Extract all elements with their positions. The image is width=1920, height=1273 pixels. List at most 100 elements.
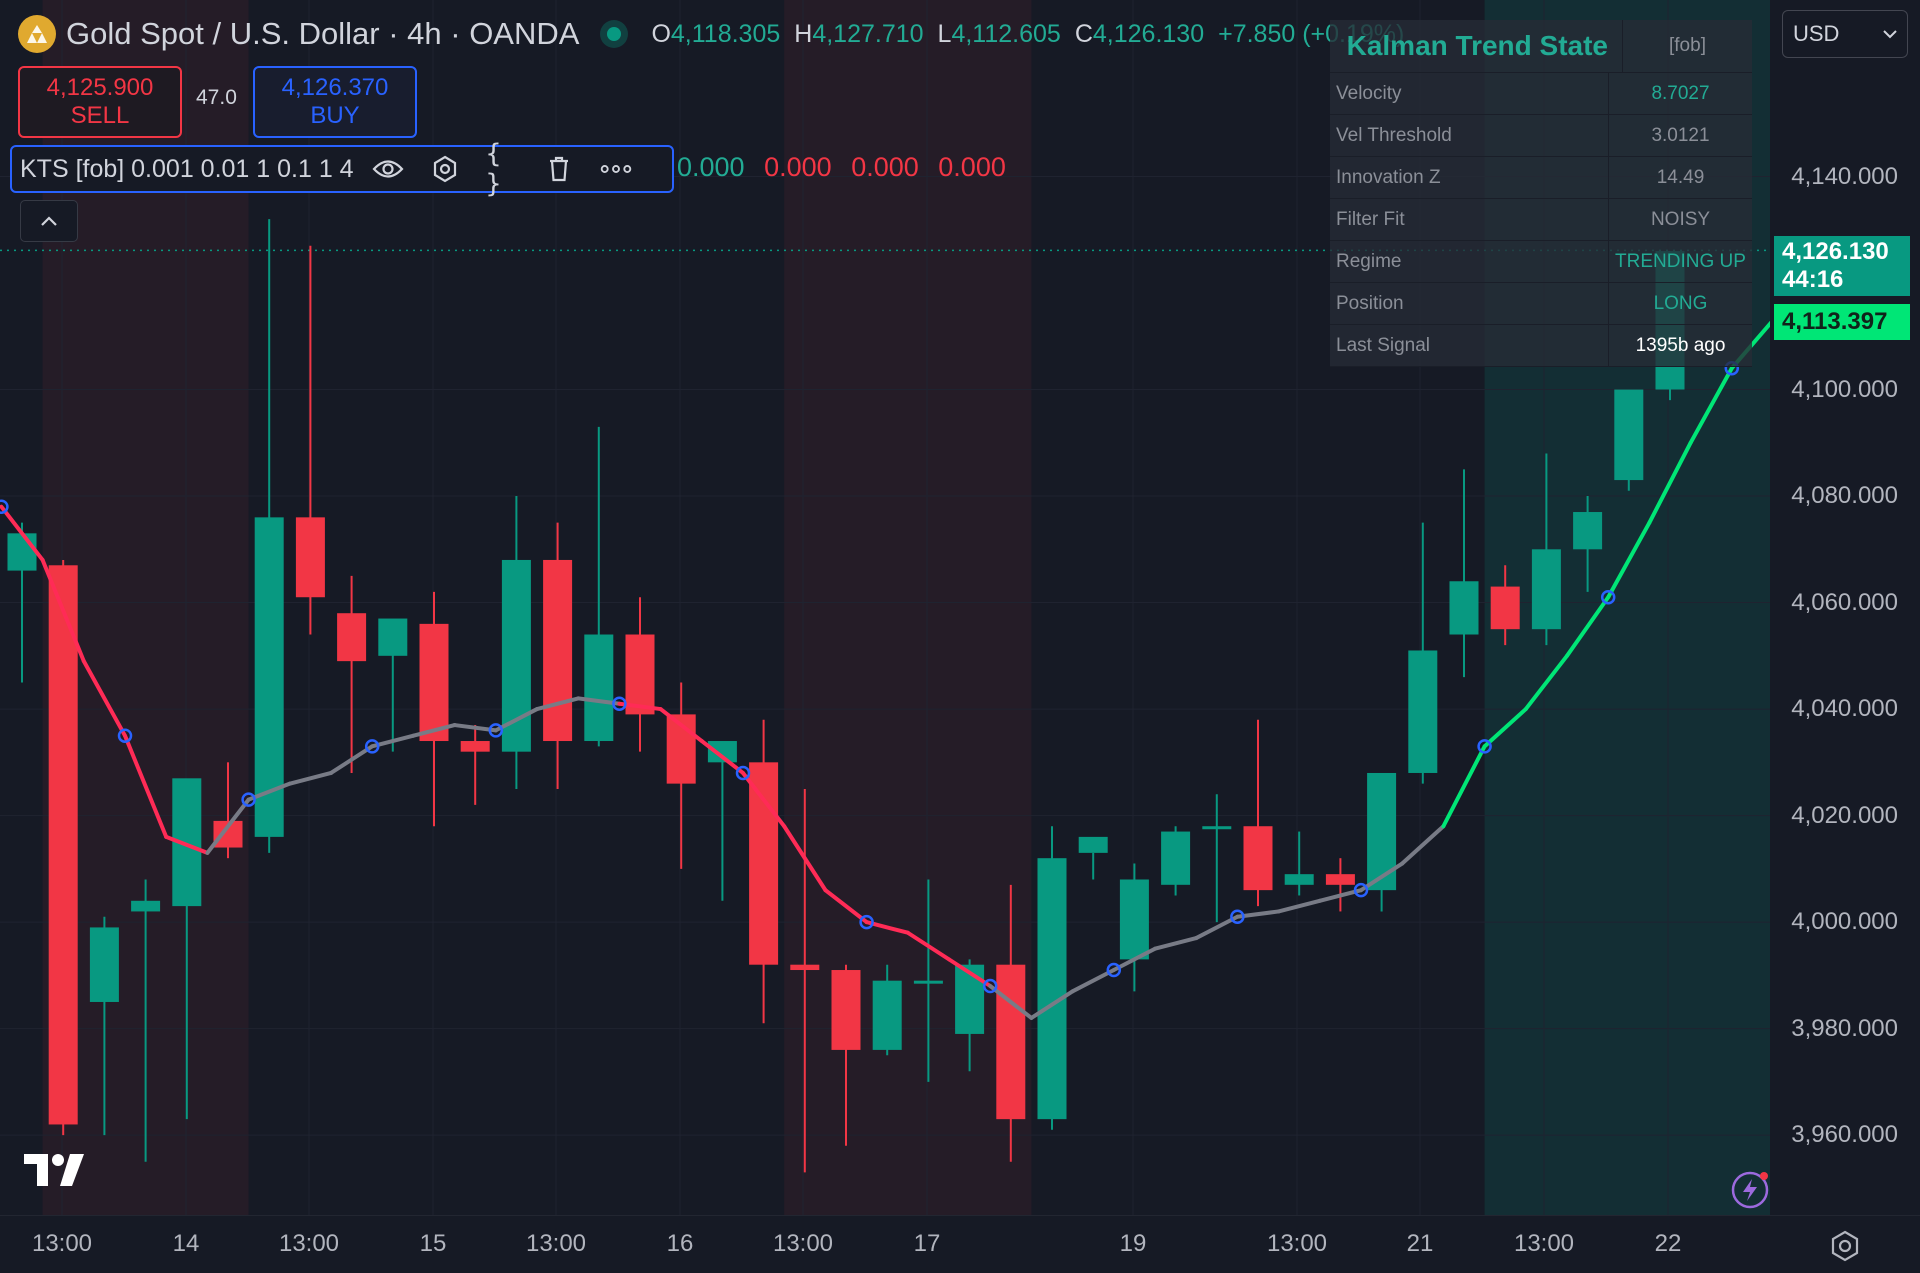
chart-settings-icon[interactable]: [1828, 1229, 1862, 1263]
bar-countdown: 44:16: [1782, 266, 1844, 294]
gear-icon[interactable]: [429, 153, 461, 185]
spread-value: 47.0: [196, 86, 237, 109]
candle-body: [996, 964, 1026, 1120]
price-tick: 4,060.000: [1791, 588, 1898, 616]
table-key: Innovation Z: [1330, 157, 1609, 198]
candle-body: [1119, 879, 1149, 960]
kalman-filter-segment: [1400, 824, 1446, 866]
table-value: 1395b ago: [1635, 334, 1726, 356]
table-title: Kalman Trend State: [1330, 20, 1623, 72]
time-tick: 13:00: [772, 1230, 834, 1257]
table-key: Filter Fit: [1330, 199, 1609, 240]
candle-body: [295, 517, 325, 598]
candle-body: [419, 623, 449, 742]
chevron-down-icon: [1883, 29, 1897, 38]
candle-body: [790, 964, 820, 971]
table-value: 14.49: [1656, 166, 1705, 188]
time-tick: 22: [1654, 1230, 1682, 1257]
tradingview-logo-icon[interactable]: [24, 1154, 88, 1191]
candle-body: [1614, 389, 1644, 481]
currency-label: USD: [1793, 21, 1840, 46]
ohlc-close: C4,126.130: [1074, 19, 1205, 48]
table-key: Last Signal: [1330, 325, 1609, 366]
table-value: 3.0121: [1651, 124, 1710, 146]
indicator-legend[interactable]: KTS [fob] 0.001 0.01 1 0.1 1 4 { }: [10, 139, 674, 199]
candle-body: [1531, 549, 1561, 630]
trash-icon[interactable]: [543, 153, 575, 185]
time-tick: 13:00: [1266, 1230, 1328, 1257]
table-value: TRENDING UP: [1615, 250, 1746, 272]
kalman-trend-table: Kalman Trend State [fob] Velocity 8.7027 V…: [1330, 20, 1752, 367]
kalman-filter-segment: [1153, 936, 1199, 951]
candle-body: [543, 559, 573, 742]
table-key: Regime: [1330, 241, 1609, 282]
current-price: 4,126.130: [1782, 238, 1889, 266]
table-title-tag: [fob]: [1669, 35, 1706, 56]
candle-body: [831, 970, 861, 1050]
candle-body: [872, 980, 902, 1050]
price-tick: 3,980.000: [1791, 1014, 1898, 1042]
currency-select[interactable]: USD: [1782, 10, 1908, 58]
price-tick: 3,960.000: [1791, 1121, 1898, 1149]
candle-body: [1202, 826, 1232, 830]
candle-body: [1325, 874, 1355, 885]
candle-body: [1037, 858, 1067, 1120]
table-row: Filter Fit NOISY: [1330, 199, 1752, 241]
price-tick: 4,140.000: [1791, 162, 1898, 190]
market-status-icon[interactable]: [607, 27, 622, 41]
interval-label[interactable]: 4h: [407, 16, 441, 52]
time-tick: 13:00: [1513, 1230, 1575, 1257]
table-key: Velocity: [1330, 73, 1609, 114]
time-tick: 19: [1119, 1230, 1147, 1257]
kalman-filter-segment: [287, 770, 333, 786]
more-icon[interactable]: [600, 153, 632, 185]
candle-body: [1243, 826, 1273, 891]
table-header-row: Kalman Trend State [fob]: [1330, 20, 1752, 73]
gold-logo-icon: [18, 15, 56, 53]
chevron-up-icon: [41, 216, 57, 226]
sell-button[interactable]: 4,125.900 SELL: [18, 66, 182, 138]
candle-body: [584, 634, 614, 742]
exchange-label[interactable]: OANDA: [469, 16, 579, 52]
candle-body: [131, 900, 161, 912]
buy-button[interactable]: 4,126.370 BUY: [253, 66, 417, 138]
candle-body: [48, 565, 78, 1125]
time-tick: 13:00: [525, 1230, 587, 1257]
candle-body: [1284, 874, 1314, 885]
candle-body: [955, 964, 985, 1034]
table-row: Regime TRENDING UP: [1330, 241, 1752, 283]
symbol-name[interactable]: Gold Spot / U.S. Dollar: [66, 16, 380, 52]
price-tick: 4,080.000: [1791, 482, 1898, 510]
indicator-value: 0.000: [764, 152, 832, 182]
indicator-values: 0.000 0.000 0.000 0.000: [677, 152, 1006, 183]
indicator-label[interactable]: KTS [fob] 0.001 0.01 1 0.1 1 4: [20, 155, 354, 184]
price-tick: 4,040.000: [1791, 695, 1898, 723]
collapse-legend-button[interactable]: [20, 200, 78, 242]
time-tick: 13:00: [278, 1230, 340, 1257]
price-axis[interactable]: 4,140.000 4,100.000 4,080.000 4,060.000 4,04…: [1770, 0, 1920, 1215]
indicator-value: 0.000: [938, 152, 1006, 182]
candle-body: [1490, 586, 1520, 630]
filter-price-label: 4,113.397: [1774, 304, 1910, 341]
source-code-icon[interactable]: { }: [486, 139, 518, 199]
price-tick: 4,020.000: [1791, 801, 1898, 829]
candle-body: [337, 613, 367, 662]
time-tick: 14: [172, 1230, 200, 1257]
kalman-filter-segment: [1441, 744, 1487, 829]
time-tick: 17: [913, 1230, 941, 1257]
time-tick: 16: [666, 1230, 694, 1257]
filter-price: 4,113.397: [1782, 308, 1888, 336]
ohlc-open: O4,118.305: [651, 19, 781, 48]
candle-body: [1408, 650, 1438, 773]
time-tick: 15: [419, 1230, 447, 1257]
indicator-value: 0.000: [677, 152, 745, 182]
time-axis[interactable]: 13:00 14 13:00 15 13:00 16 13:00 17 19 13:00 21 13:…: [0, 1215, 1920, 1273]
lightning-icon[interactable]: [1730, 1170, 1770, 1210]
table-row: Last Signal 1395b ago: [1330, 325, 1752, 367]
eye-icon[interactable]: [372, 153, 404, 185]
separator-dot: ·: [379, 16, 408, 51]
buy-price: 4,126.370: [281, 74, 389, 101]
price-tick: 4,000.000: [1791, 908, 1898, 936]
time-tick: 21: [1406, 1230, 1434, 1257]
time-tick: 13:00: [31, 1230, 93, 1257]
